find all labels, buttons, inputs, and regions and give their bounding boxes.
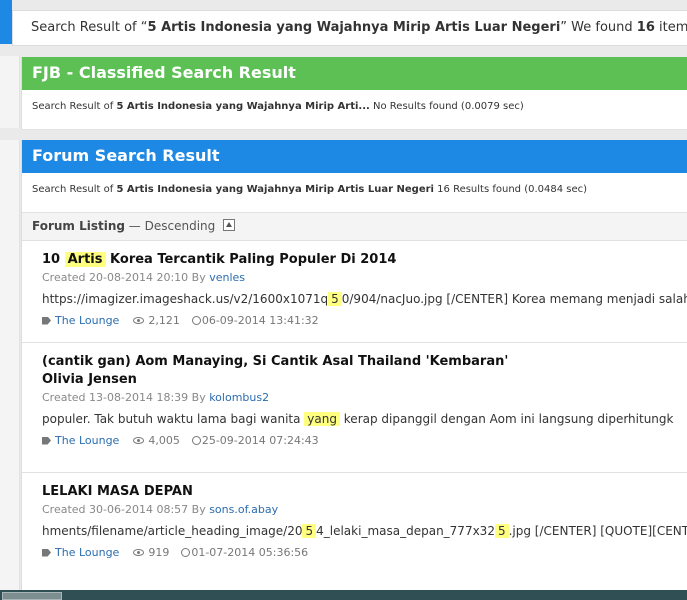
clock-icon: [191, 316, 201, 325]
site-search-summary: Search Result of “5 Artis Indonesia yang…: [12, 10, 687, 46]
view-count: 2,121: [148, 314, 180, 327]
left-accent-strip: [0, 0, 12, 44]
category-link[interactable]: The Lounge: [55, 314, 119, 327]
search-result: LELAKI MASA DEPAN Created 30-06-2014 08:…: [22, 473, 687, 591]
eye-icon: [133, 549, 145, 556]
last-post-date: 01-07-2014 05:36:56: [191, 546, 309, 559]
result-meta: Created 13-08-2014 18:39 By kolombus2: [42, 391, 270, 404]
result-meta: Created 30-06-2014 08:57 By sons.of.abay: [42, 503, 279, 516]
result-title[interactable]: LELAKI MASA DEPAN: [42, 483, 687, 501]
author-link[interactable]: sons.of.abay: [209, 503, 278, 516]
fjb-panel: FJB - Classified Search Result Search Re…: [21, 57, 687, 130]
sort-toggle-icon[interactable]: [223, 219, 236, 231]
fjb-query: 5 Artis Indonesia yang Wajahnya Mirip Ar…: [116, 101, 370, 112]
view-count: 4,005: [148, 434, 180, 447]
forum-panel-title: Forum Search Result: [22, 140, 687, 173]
taskbar-button[interactable]: [2, 592, 62, 600]
clock-icon: [191, 436, 201, 445]
forum-listing-bar: Forum Listing — Descending: [22, 213, 687, 241]
author-link[interactable]: venles: [209, 271, 245, 284]
result-footer: The Lounge 2,121 06-09-2014 13:41:32: [42, 314, 687, 327]
result-snippet: https://imagizer.imageshack.us/v2/1600x1…: [42, 292, 687, 306]
forum-summary: Search Result of 5 Artis Indonesia yang …: [22, 173, 687, 213]
fjb-summary: Search Result of 5 Artis Indonesia yang …: [22, 90, 687, 130]
search-result: (cantik gan) Aom Manaying, Si Cantik Asa…: [22, 343, 687, 473]
last-post-date: 06-09-2014 13:41:32: [201, 314, 319, 327]
result-count: 16: [636, 20, 655, 35]
result-snippet: hments/filename/article_heading_image/20…: [42, 524, 687, 538]
eye-icon: [133, 317, 145, 324]
clock-icon: [181, 548, 191, 557]
result-title[interactable]: (cantik gan) Aom Manaying, Si Cantik Asa…: [42, 353, 687, 389]
result-snippet: populer. Tak butuh waktu lama bagi wanit…: [42, 412, 674, 426]
last-post-date: 25-09-2014 07:24:43: [201, 434, 319, 447]
tag-icon: [42, 548, 51, 557]
category-link[interactable]: The Lounge: [55, 546, 119, 559]
search-query: 5 Artis Indonesia yang Wajahnya Mirip Ar…: [147, 20, 561, 35]
view-count: 919: [148, 546, 170, 559]
result-title[interactable]: 10 Artis Korea Tercantik Paling Populer …: [42, 251, 687, 269]
side-column: [0, 140, 20, 592]
result-meta: Created 20-08-2014 20:10 By venles: [42, 271, 246, 284]
tag-icon: [42, 436, 51, 445]
eye-icon: [133, 437, 145, 444]
search-result: 10 Artis Korea Tercantik Paling Populer …: [22, 241, 687, 343]
side-column: [0, 56, 20, 128]
result-footer: The Lounge 4,005 25-09-2014 07:24:43: [42, 434, 687, 447]
forum-panel: Forum Search Result Search Result of 5 A…: [21, 140, 687, 592]
taskbar: [0, 590, 687, 600]
tag-icon: [42, 316, 51, 325]
author-link[interactable]: kolombus2: [209, 391, 269, 404]
forum-query: 5 Artis Indonesia yang Wajahnya Mirip Ar…: [116, 184, 434, 195]
result-footer: The Lounge 919 01-07-2014 05:36:56: [42, 546, 687, 559]
fjb-panel-title: FJB - Classified Search Result: [22, 57, 687, 90]
category-link[interactable]: The Lounge: [55, 434, 119, 447]
